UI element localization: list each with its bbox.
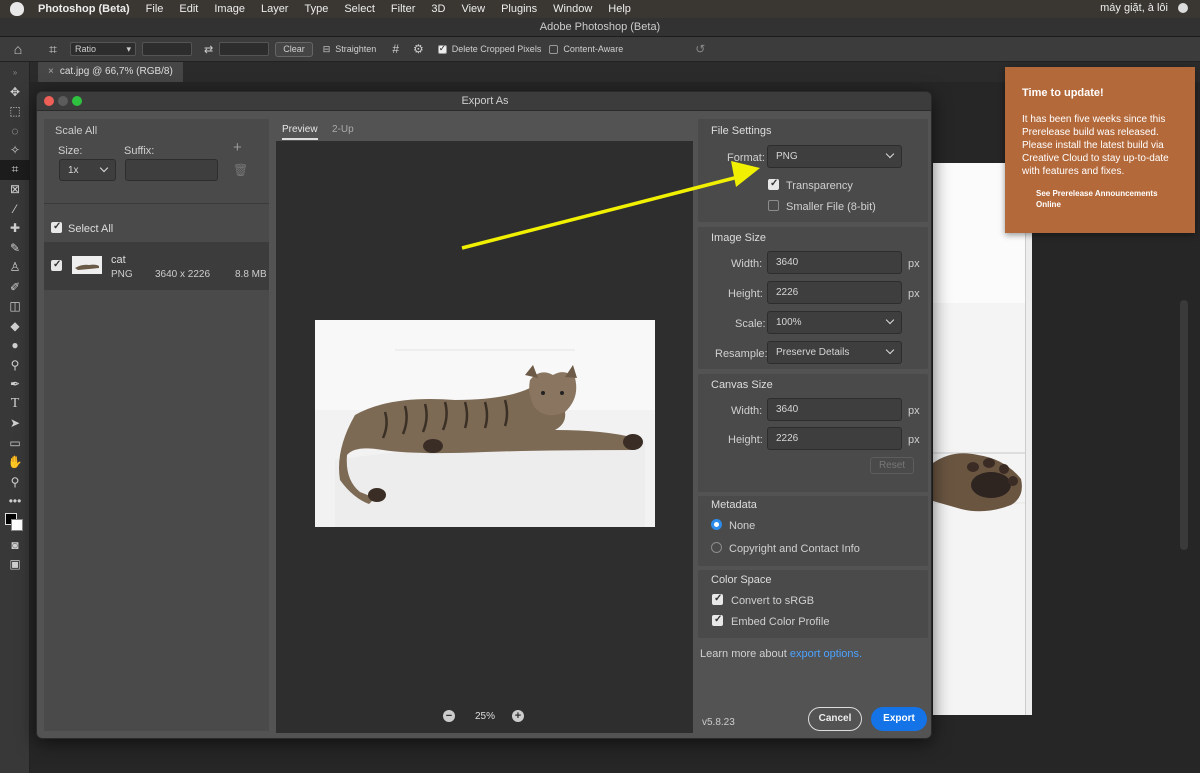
arrow-head [731,161,760,187]
annotation-arrow [461,161,760,250]
arrow-line [461,174,743,250]
